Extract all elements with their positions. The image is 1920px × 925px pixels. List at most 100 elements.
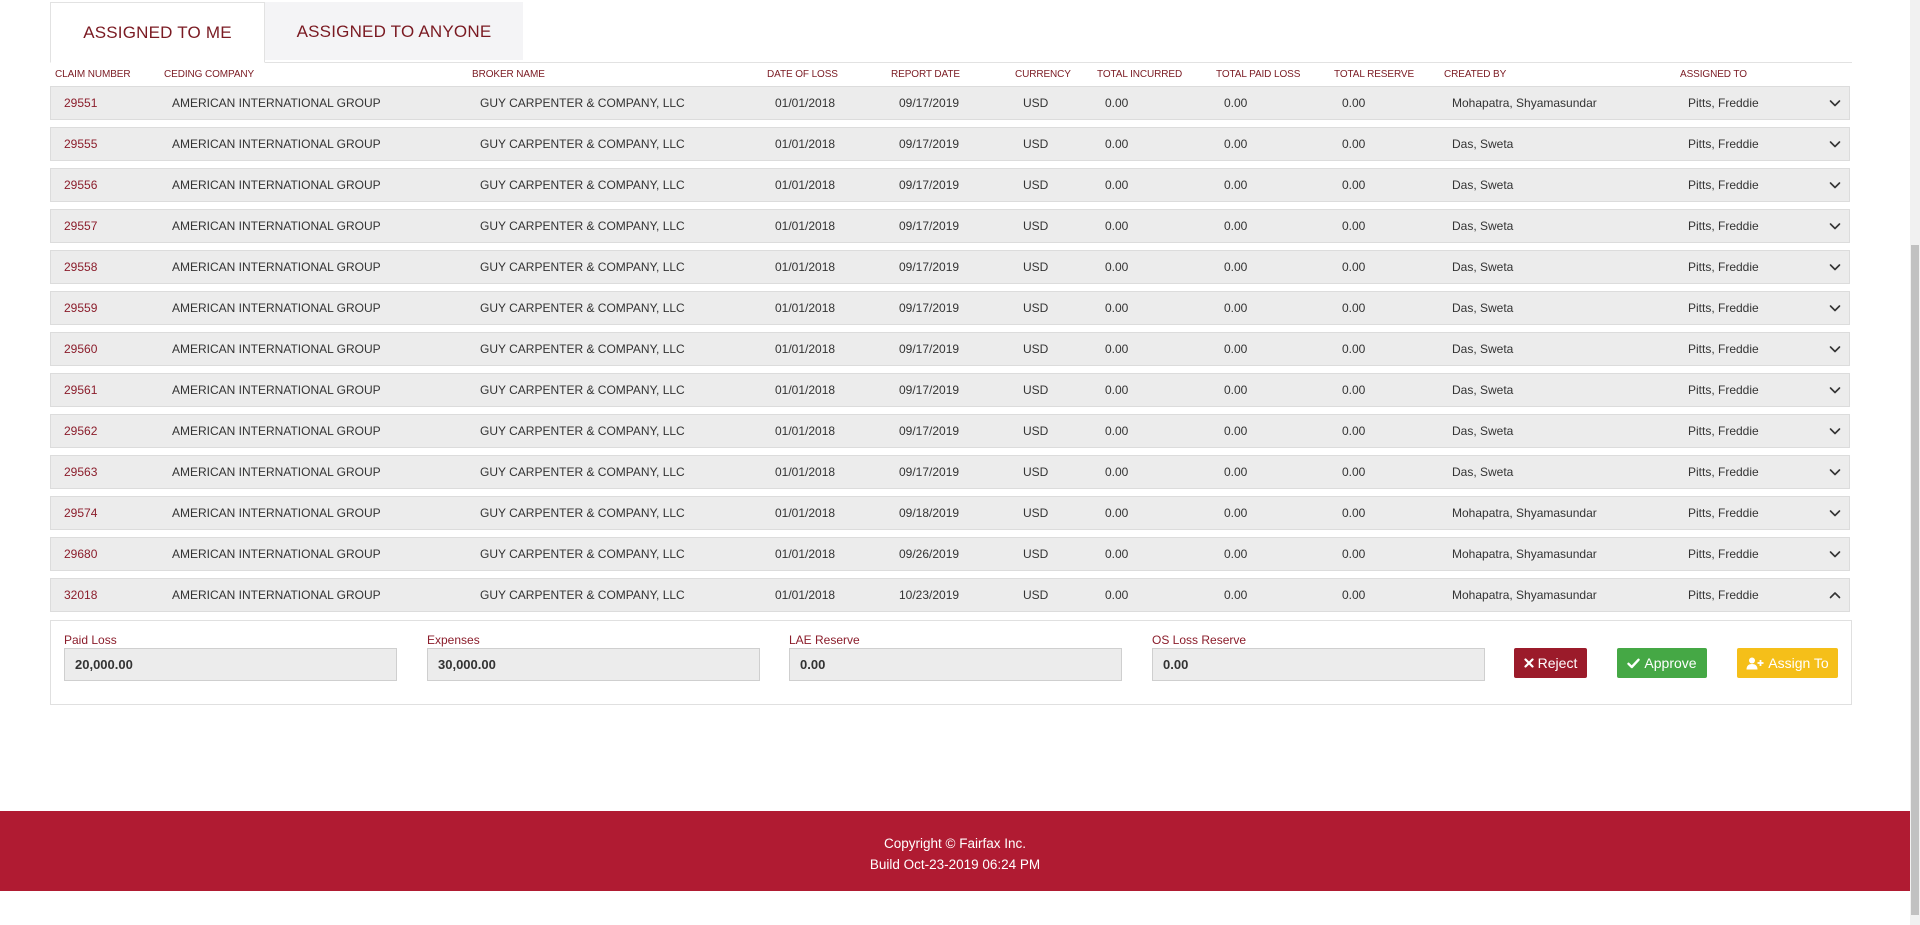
header-ceding-company[interactable]: CEDING COMPANY: [164, 69, 254, 80]
date-of-loss-cell: 01/01/2018: [775, 178, 836, 192]
reject-button[interactable]: Reject: [1514, 648, 1587, 678]
claim-number-cell[interactable]: 29551: [64, 87, 97, 120]
header-created-by[interactable]: CREATED BY: [1444, 69, 1506, 80]
broker-name-cell: GUY CARPENTER & COMPANY, LLC: [480, 547, 685, 561]
table-row[interactable]: 29556 AMERICAN INTERNATIONAL GROUP GUY CAR…: [50, 168, 1850, 202]
created-by-cell: Mohapatra, Shyamasundar: [1452, 588, 1597, 602]
approve-button[interactable]: Approve: [1617, 648, 1707, 678]
broker-name-cell: GUY CARPENTER & COMPANY, LLC: [480, 219, 685, 233]
header-currency[interactable]: CURRENCY: [1015, 69, 1071, 80]
assigned-to-cell: Pitts, Freddie: [1688, 342, 1759, 356]
total-paid-loss-cell: 0.00: [1224, 506, 1248, 520]
report-date-cell: 09/17/2019: [899, 383, 960, 397]
total-reserve-cell: 0.00: [1342, 137, 1366, 151]
broker-name-cell: GUY CARPENTER & COMPANY, LLC: [480, 506, 685, 520]
lae-reserve-input[interactable]: [789, 648, 1122, 681]
claim-number-cell[interactable]: 29558: [64, 251, 97, 284]
claim-number-cell[interactable]: 29555: [64, 128, 97, 161]
chevron-down-icon[interactable]: [1829, 426, 1841, 436]
header-broker-name[interactable]: BROKER NAME: [472, 69, 545, 80]
chevron-down-icon[interactable]: [1829, 262, 1841, 272]
date-of-loss-cell: 01/01/2018: [775, 506, 836, 520]
ceding-company-cell: AMERICAN INTERNATIONAL GROUP: [172, 301, 381, 315]
chevron-up-icon[interactable]: [1829, 590, 1841, 600]
add-user-icon: [1746, 657, 1764, 670]
header-total-paid-loss[interactable]: TOTAL PAID LOSS: [1216, 69, 1300, 80]
chevron-down-icon[interactable]: [1829, 98, 1841, 108]
broker-name-cell: GUY CARPENTER & COMPANY, LLC: [480, 96, 685, 110]
date-of-loss-cell: 01/01/2018: [775, 383, 836, 397]
assigned-to-cell: Pitts, Freddie: [1688, 465, 1759, 479]
claim-number-cell[interactable]: 29574: [64, 497, 97, 530]
date-of-loss-cell: 01/01/2018: [775, 137, 836, 151]
chevron-down-icon[interactable]: [1829, 549, 1841, 559]
table-row[interactable]: 29574 AMERICAN INTERNATIONAL GROUP GUY CAR…: [50, 496, 1850, 530]
build-info: Build Oct-23-2019 06:24 PM: [869, 857, 1041, 872]
total-paid-loss-cell: 0.00: [1224, 96, 1248, 110]
claim-number-cell[interactable]: 29563: [64, 456, 97, 489]
table-row[interactable]: 29558 AMERICAN INTERNATIONAL GROUP GUY CAR…: [50, 250, 1850, 284]
chevron-down-icon[interactable]: [1829, 303, 1841, 313]
ceding-company-cell: AMERICAN INTERNATIONAL GROUP: [172, 465, 381, 479]
claim-number-cell[interactable]: 29557: [64, 210, 97, 243]
total-reserve-cell: 0.00: [1342, 260, 1366, 274]
header-date-of-loss[interactable]: DATE OF LOSS: [767, 69, 838, 80]
table-row[interactable]: 29557 AMERICAN INTERNATIONAL GROUP GUY CAR…: [50, 209, 1850, 243]
claim-number-cell[interactable]: 29559: [64, 292, 97, 325]
tab-assigned-to-me[interactable]: ASSIGNED TO ME: [50, 2, 265, 63]
claim-number-cell[interactable]: 29556: [64, 169, 97, 202]
claim-number-cell[interactable]: 29561: [64, 374, 97, 407]
assigned-to-cell: Pitts, Freddie: [1688, 424, 1759, 438]
total-incurred-cell: 0.00: [1105, 219, 1129, 233]
chevron-down-icon[interactable]: [1829, 467, 1841, 477]
table-row[interactable]: 29555 AMERICAN INTERNATIONAL GROUP GUY CAR…: [50, 127, 1850, 161]
header-total-incurred[interactable]: TOTAL INCURRED: [1097, 69, 1182, 80]
broker-name-cell: GUY CARPENTER & COMPANY, LLC: [480, 588, 685, 602]
header-total-reserve[interactable]: TOTAL RESERVE: [1334, 69, 1414, 80]
claim-number-cell[interactable]: 29560: [64, 333, 97, 366]
total-reserve-cell: 0.00: [1342, 96, 1366, 110]
header-assigned-to[interactable]: ASSIGNED TO: [1680, 69, 1747, 80]
claim-number-cell[interactable]: 29680: [64, 538, 97, 571]
currency-cell: USD: [1023, 219, 1049, 233]
chevron-down-icon[interactable]: [1829, 139, 1841, 149]
table-row[interactable]: 32018 AMERICAN INTERNATIONAL GROUP GUY CAR…: [50, 578, 1850, 612]
tab-assigned-to-anyone[interactable]: ASSIGNED TO ANYONE: [265, 2, 523, 60]
header-report-date[interactable]: REPORT DATE: [891, 69, 960, 80]
assign-to-button[interactable]: Assign To: [1737, 648, 1838, 678]
report-date-cell: 09/17/2019: [899, 301, 960, 315]
header-claim-number[interactable]: CLAIM NUMBER: [55, 69, 131, 80]
table-row[interactable]: 29551 AMERICAN INTERNATIONAL GROUP GUY CAR…: [50, 86, 1850, 120]
chevron-down-icon[interactable]: [1829, 221, 1841, 231]
table-row[interactable]: 29559 AMERICAN INTERNATIONAL GROUP GUY CAR…: [50, 291, 1850, 325]
claim-detail-panel: Paid Loss Expenses LAE Reserve OS Loss R…: [50, 620, 1852, 705]
table-row[interactable]: 29680 AMERICAN INTERNATIONAL GROUP GUY CAR…: [50, 537, 1850, 571]
broker-name-cell: GUY CARPENTER & COMPANY, LLC: [480, 342, 685, 356]
expenses-input[interactable]: [427, 648, 760, 681]
total-reserve-cell: 0.00: [1342, 465, 1366, 479]
table-row[interactable]: 29562 AMERICAN INTERNATIONAL GROUP GUY CAR…: [50, 414, 1850, 448]
currency-cell: USD: [1023, 342, 1049, 356]
chevron-down-icon[interactable]: [1829, 508, 1841, 518]
os-loss-reserve-input[interactable]: [1152, 648, 1485, 681]
table-row[interactable]: 29563 AMERICAN INTERNATIONAL GROUP GUY CAR…: [50, 455, 1850, 489]
created-by-cell: Das, Sweta: [1452, 424, 1514, 438]
report-date-cell: 09/17/2019: [899, 178, 960, 192]
table-row[interactable]: 29561 AMERICAN INTERNATIONAL GROUP GUY CAR…: [50, 373, 1850, 407]
paid-loss-input[interactable]: [64, 648, 397, 681]
table-row[interactable]: 29560 AMERICAN INTERNATIONAL GROUP GUY CAR…: [50, 332, 1850, 366]
chevron-down-icon[interactable]: [1829, 180, 1841, 190]
total-incurred-cell: 0.00: [1105, 342, 1129, 356]
ceding-company-cell: AMERICAN INTERNATIONAL GROUP: [172, 137, 381, 151]
created-by-cell: Das, Sweta: [1452, 137, 1514, 151]
total-paid-loss-cell: 0.00: [1224, 465, 1248, 479]
assigned-to-cell: Pitts, Freddie: [1688, 260, 1759, 274]
total-reserve-cell: 0.00: [1342, 506, 1366, 520]
assign-to-label: Assign To: [1768, 655, 1829, 671]
claim-number-cell[interactable]: 29562: [64, 415, 97, 448]
broker-name-cell: GUY CARPENTER & COMPANY, LLC: [480, 178, 685, 192]
scrollbar-thumb[interactable]: [1911, 245, 1919, 915]
chevron-down-icon[interactable]: [1829, 385, 1841, 395]
chevron-down-icon[interactable]: [1829, 344, 1841, 354]
claim-number-cell[interactable]: 32018: [64, 579, 97, 612]
